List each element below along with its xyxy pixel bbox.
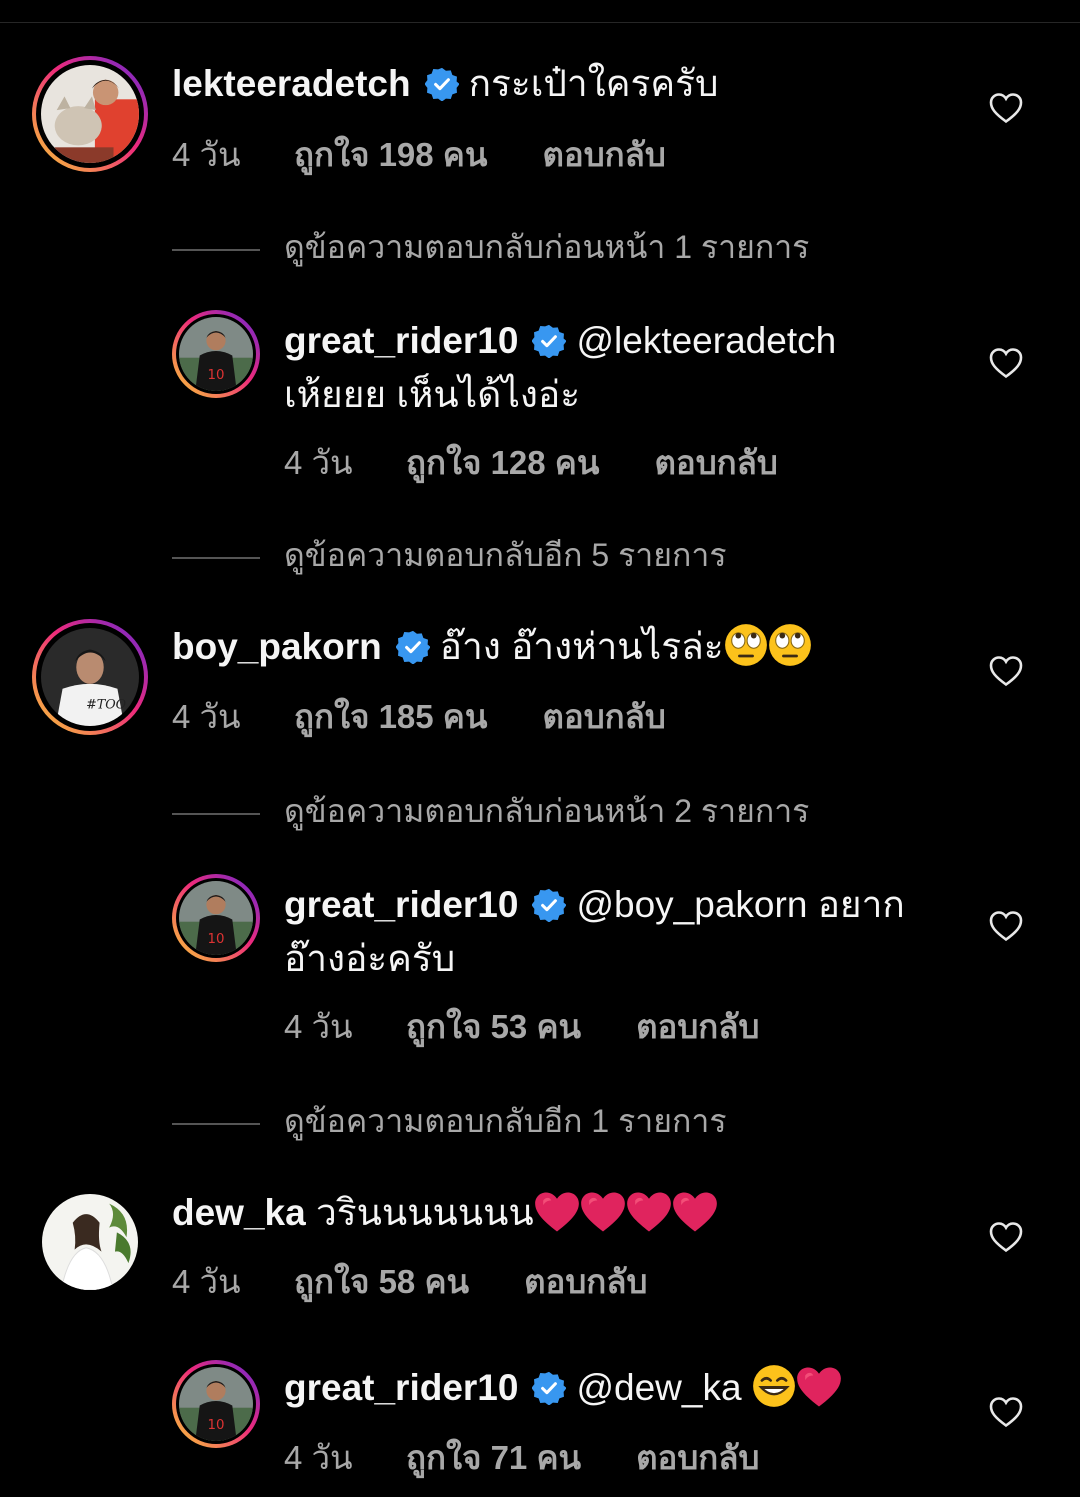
profile-photo: [41, 65, 139, 163]
username[interactable]: great_rider10: [284, 320, 518, 361]
comment-meta: 4 วัน ถูกใจ 128 คน ตอบกลับ: [284, 436, 778, 489]
likes-count[interactable]: ถูกใจ 128 คน: [406, 436, 599, 489]
mention[interactable]: @dew_ka: [576, 1367, 741, 1408]
view-replies-label: ดูข้อความตอบกลับอีก 1 รายการ: [284, 1103, 727, 1139]
profile-photo: [179, 1367, 253, 1441]
comment-text: เห้ยยย เห็นได้ไงอ่ะ: [284, 374, 581, 415]
timestamp: 4 วัน: [284, 1008, 353, 1045]
view-replies-divider: [172, 248, 260, 251]
avatar[interactable]: [32, 56, 148, 172]
reply-button[interactable]: ตอบกลับ: [524, 1255, 647, 1308]
profile-photo: [41, 628, 139, 726]
timestamp: 4 วัน: [284, 1439, 353, 1476]
heart-outline-icon[interactable]: [989, 1396, 1023, 1428]
avatar[interactable]: [172, 310, 260, 398]
red-heart-emoji: [580, 1191, 626, 1233]
verified-badge-icon: [425, 67, 459, 101]
reply-button[interactable]: ตอบกลับ: [542, 128, 665, 181]
comment-meta: 4 วัน ถูกใจ 71 คน ตอบกลับ: [284, 1431, 759, 1484]
mention[interactable]: @lekteeradetch: [576, 320, 836, 361]
verified-badge-icon: [396, 630, 430, 664]
heart-outline-icon[interactable]: [989, 92, 1023, 124]
view-replies-divider: [172, 812, 260, 815]
view-replies-divider: [172, 1122, 260, 1125]
comment-text-line: lekteeradetch กระเป๋าใครครับ: [172, 60, 718, 108]
likes-count[interactable]: ถูกใจ 198 คน: [294, 128, 487, 181]
view-replies-label: ดูข้อความตอบกลับก่อนหน้า 1 รายการ: [284, 229, 810, 265]
comment-text: วรินนนนนนน: [315, 1192, 534, 1233]
comment-meta: 4 วัน ถูกใจ 53 คน ตอบกลับ: [284, 1000, 759, 1053]
heart-outline-icon[interactable]: [989, 1221, 1023, 1253]
red-heart-emoji: [796, 1366, 842, 1408]
reply-button[interactable]: ตอบกลับ: [542, 690, 665, 743]
avatar[interactable]: [32, 619, 148, 735]
verified-badge-icon: [532, 324, 566, 358]
likes-count[interactable]: ถูกใจ 58 คน: [294, 1255, 469, 1308]
profile-photo: [42, 1194, 138, 1290]
profile-photo: [179, 317, 253, 391]
heart-outline-icon[interactable]: [989, 347, 1023, 379]
eye-roll-emoji: [724, 623, 768, 667]
timestamp: 4 วัน: [284, 444, 353, 481]
avatar[interactable]: [172, 1360, 260, 1448]
avatar[interactable]: [172, 874, 260, 962]
grin-emoji: [752, 1364, 796, 1408]
top-divider: [0, 22, 1080, 23]
view-replies-label: ดูข้อความตอบกลับก่อนหน้า 2 รายการ: [284, 793, 810, 829]
likes-count[interactable]: ถูกใจ 185 คน: [294, 690, 487, 743]
view-replies-divider: [172, 556, 260, 559]
reply-button[interactable]: ตอบกลับ: [636, 1431, 759, 1484]
red-heart-emoji: [672, 1191, 718, 1233]
likes-count[interactable]: ถูกใจ 71 คน: [406, 1431, 581, 1484]
red-heart-emoji: [626, 1191, 672, 1233]
comment-meta: 4 วัน ถูกใจ 198 คน ตอบกลับ: [172, 128, 666, 181]
username[interactable]: boy_pakorn: [172, 626, 382, 667]
heart-outline-icon[interactable]: [989, 655, 1023, 687]
likes-count[interactable]: ถูกใจ 53 คน: [406, 1000, 581, 1053]
view-replies-button[interactable]: ดูข้อความตอบกลับอีก 5 รายการ: [172, 530, 727, 581]
comment-meta: 4 วัน ถูกใจ 58 คน ตอบกลับ: [172, 1255, 647, 1308]
reply-button[interactable]: ตอบกลับ: [636, 1000, 759, 1053]
timestamp: 4 วัน: [172, 136, 241, 173]
comment-text-line: dew_ka วรินนนนนนน: [172, 1189, 718, 1237]
avatar[interactable]: [42, 1194, 138, 1290]
view-replies-button[interactable]: ดูข้อความตอบกลับก่อนหน้า 1 รายการ: [172, 222, 809, 273]
view-replies-button[interactable]: ดูข้อความตอบกลับก่อนหน้า 2 รายการ: [172, 786, 809, 837]
comment-text-line: great_rider10 @dew_ka: [284, 1364, 842, 1412]
username[interactable]: great_rider10: [284, 884, 518, 925]
view-replies-label: ดูข้อความตอบกลับอีก 5 รายการ: [284, 537, 727, 573]
comment-text-line: great_rider10 @lekteeradetch เห้ยยย เห็นได…: [284, 314, 944, 422]
username[interactable]: great_rider10: [284, 1367, 518, 1408]
comment-text: กระเป๋าใครครับ: [468, 63, 719, 104]
timestamp: 4 วัน: [172, 1263, 241, 1300]
comment-meta: 4 วัน ถูกใจ 185 คน ตอบกลับ: [172, 690, 666, 743]
red-heart-emoji: [534, 1191, 580, 1233]
view-replies-button[interactable]: ดูข้อความตอบกลับอีก 1 รายการ: [172, 1096, 727, 1147]
eye-roll-emoji: [768, 623, 812, 667]
comment-text-line: boy_pakorn อ๊าง อ๊างห่านไรล่ะ: [172, 623, 812, 671]
verified-badge-icon: [532, 888, 566, 922]
verified-badge-icon: [532, 1371, 566, 1405]
profile-photo: [179, 881, 253, 955]
username[interactable]: lekteeradetch: [172, 63, 411, 104]
mention[interactable]: @boy_pakorn: [576, 884, 807, 925]
comment-text: อ๊าง อ๊างห่านไรล่ะ: [439, 626, 724, 667]
timestamp: 4 วัน: [172, 698, 241, 735]
comment-text-line: great_rider10 @boy_pakorn อยาก อ๊างอ่ะครั…: [284, 878, 944, 986]
username[interactable]: dew_ka: [172, 1192, 306, 1233]
reply-button[interactable]: ตอบกลับ: [654, 436, 777, 489]
heart-outline-icon[interactable]: [989, 910, 1023, 942]
